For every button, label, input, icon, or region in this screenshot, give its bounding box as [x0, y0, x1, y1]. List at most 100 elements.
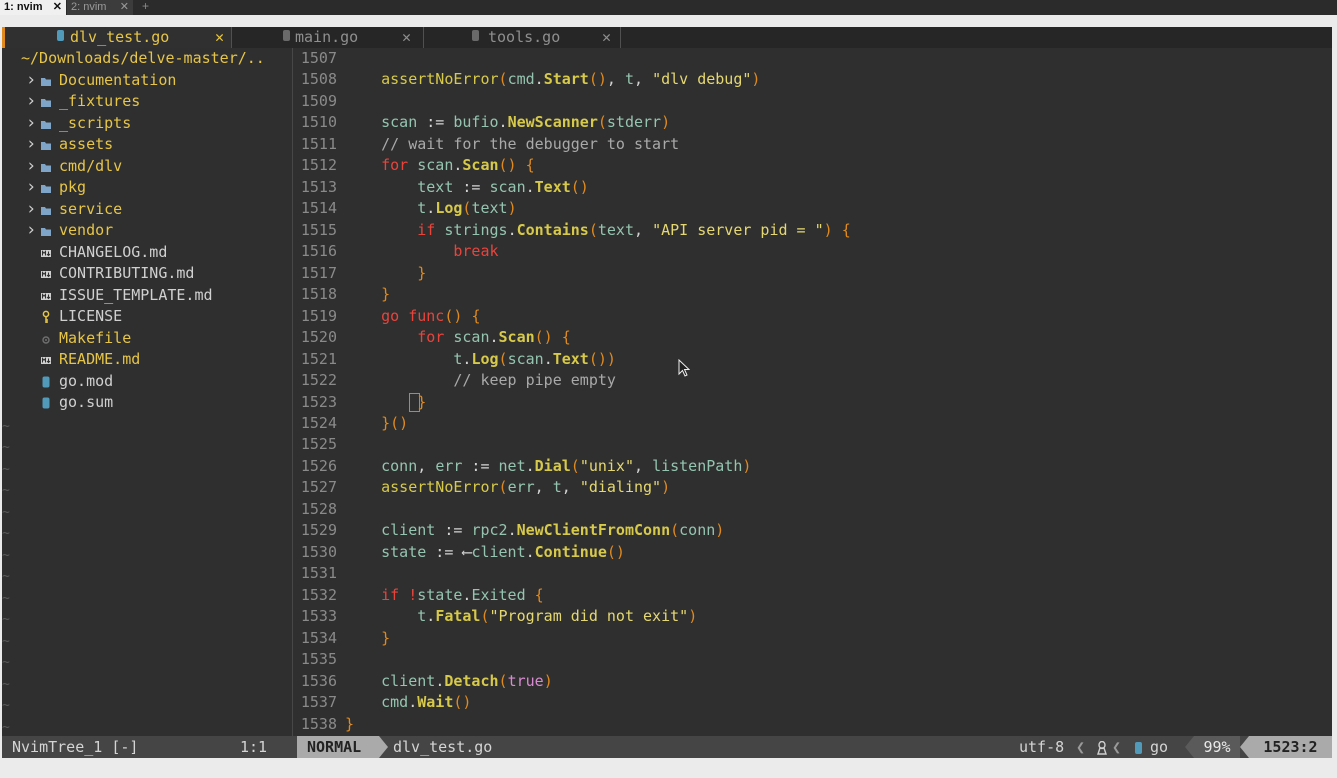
tree-folder[interactable]: › cmd/dlv: [2, 156, 291, 177]
code-line[interactable]: break: [345, 241, 498, 262]
key-icon: [42, 310, 50, 323]
code-line[interactable]: }: [345, 628, 390, 649]
code-line[interactable]: text := scan.Text(): [345, 177, 589, 198]
tmux-tab-2[interactable]: 2: nvim ✕: [67, 0, 133, 15]
go-file-icon: [42, 397, 50, 409]
code-line[interactable]: t.Log(text): [345, 198, 517, 219]
code-line[interactable]: client.Detach(true): [345, 671, 553, 692]
buffer-tab-main[interactable]: main.go ✕: [232, 27, 422, 48]
tree-folder[interactable]: › _scripts: [2, 113, 291, 134]
code-token: Log: [471, 349, 499, 368]
tree-folder[interactable]: › assets: [2, 134, 291, 155]
code-line[interactable]: assertNoError(cmd.Start(), t, "dlv debug…: [345, 69, 760, 90]
mode-separator: [379, 736, 388, 758]
tree-file[interactable]: CONTRIBUTING.md: [2, 263, 291, 284]
tree-folder[interactable]: › Documentation: [2, 70, 291, 91]
tree-file[interactable]: CHANGELOG.md: [2, 242, 291, 263]
code-line[interactable]: for scan.Scan() {: [345, 155, 535, 176]
code-token: (: [480, 607, 490, 626]
tree-file[interactable]: Makefile: [2, 328, 291, 349]
close-icon[interactable]: ✕: [120, 0, 129, 15]
tree-folder[interactable]: › service: [2, 199, 291, 220]
code-line[interactable]: client := rpc2.NewClientFromConn(conn): [345, 520, 724, 541]
code-line[interactable]: assertNoError(err, t, "dialing"): [345, 477, 670, 498]
tree-cursor-pos: 1:1: [240, 738, 268, 756]
folder-icon: [41, 163, 51, 172]
line-number: 1513: [300, 177, 337, 196]
buffer-tab-tools[interactable]: tools.go ✕: [424, 27, 620, 48]
tree-entry-label: _scripts: [59, 113, 132, 132]
tree-entry-label: Documentation: [59, 70, 177, 89]
tree-file[interactable]: go.sum: [2, 392, 291, 413]
chevron-right-icon[interactable]: ›: [26, 177, 36, 198]
code-line[interactable]: t.Log(scan.Text()): [345, 349, 616, 370]
chevron-right-icon[interactable]: ›: [26, 199, 36, 220]
chevron-right-icon[interactable]: ›: [26, 156, 36, 177]
code-token: (): [453, 693, 472, 712]
code-line[interactable]: t.Fatal("Program did not exit"): [345, 606, 697, 627]
line-number: 1538: [300, 714, 337, 733]
code-line[interactable]: }: [345, 714, 354, 735]
code-line[interactable]: // wait for the debugger to start: [345, 134, 679, 155]
code-token: text: [417, 177, 454, 196]
tree-root-path[interactable]: ~/Downloads/delve-master/..: [21, 48, 265, 69]
tree-entry-label: Makefile: [59, 328, 132, 347]
tree-file[interactable]: LICENSE: [2, 306, 291, 327]
chevron-right-icon[interactable]: ›: [26, 91, 36, 112]
code-line[interactable]: for scan.Scan() {: [345, 327, 571, 348]
code-token: {: [525, 156, 535, 175]
section-separator: [1185, 736, 1194, 758]
code-token: ): [507, 199, 517, 218]
chevron-right-icon[interactable]: ›: [26, 113, 36, 134]
code-line[interactable]: state := ⟵client.Continue(): [345, 542, 625, 563]
code-token: (: [588, 220, 598, 239]
code-line[interactable]: go func() {: [345, 306, 480, 327]
line-number: 1534: [300, 628, 337, 647]
tree-folder[interactable]: › _fixtures: [2, 91, 291, 112]
code-editor[interactable]: 1507 1508 assertNoError(cmd.Start(), t, "…: [293, 48, 1332, 737]
tmux-tab-1[interactable]: 1: nvim ✕: [0, 0, 66, 15]
code-line[interactable]: if strings.Contains(text, "API server pi…: [345, 220, 851, 241]
code-line[interactable]: conn, err := net.Dial("unix", listenPath…: [345, 456, 751, 477]
buffer-tab-dlv-test[interactable]: dlv_test.go ✕: [2, 27, 231, 48]
code-token: ,: [606, 70, 625, 89]
code-line[interactable]: cmd.Wait(): [345, 692, 471, 713]
code-token: conn: [381, 456, 418, 475]
close-icon[interactable]: ✕: [602, 27, 611, 48]
tree-file[interactable]: README.md: [2, 349, 291, 370]
code-line[interactable]: }: [345, 392, 426, 413]
chevron-right-icon[interactable]: ›: [26, 220, 36, 241]
file-tree: ~/Downloads/delve-master/.. › Documentati…: [2, 48, 292, 737]
close-icon[interactable]: ✕: [215, 27, 224, 48]
code-line[interactable]: if !state.Exited {: [345, 585, 544, 606]
close-icon[interactable]: ✕: [402, 27, 411, 48]
new-tab-button[interactable]: +: [142, 0, 149, 13]
chevron-right-icon[interactable]: ›: [26, 134, 36, 155]
empty-line-marker: ~: [2, 526, 10, 541]
tree-entry-label: ISSUE_TEMPLATE.md: [59, 285, 213, 304]
code-token: net: [498, 456, 526, 475]
tree-file[interactable]: go.mod: [2, 371, 291, 392]
code-line[interactable]: }: [345, 284, 390, 305]
tree-file[interactable]: ISSUE_TEMPLATE.md: [2, 285, 291, 306]
close-icon[interactable]: ✕: [53, 0, 62, 15]
tree-folder[interactable]: › pkg: [2, 177, 291, 198]
code-token: "API server pid = ": [652, 220, 824, 239]
code-line[interactable]: // keep pipe empty: [345, 370, 616, 391]
tree-folder[interactable]: › vendor: [2, 220, 291, 241]
code-line[interactable]: scan := bufio.NewScanner(stderr): [345, 112, 670, 133]
tree-entry-label: vendor: [59, 221, 114, 239]
nvim-window: dlv_test.go ✕ main.go ✕ tools.go ✕ ~/Dow…: [2, 27, 1332, 758]
code-line[interactable]: }: [345, 263, 426, 284]
chevron-right-icon[interactable]: ›: [26, 70, 36, 91]
code-line[interactable]: }(): [345, 413, 408, 434]
code-token: "dlv debug": [652, 70, 752, 89]
